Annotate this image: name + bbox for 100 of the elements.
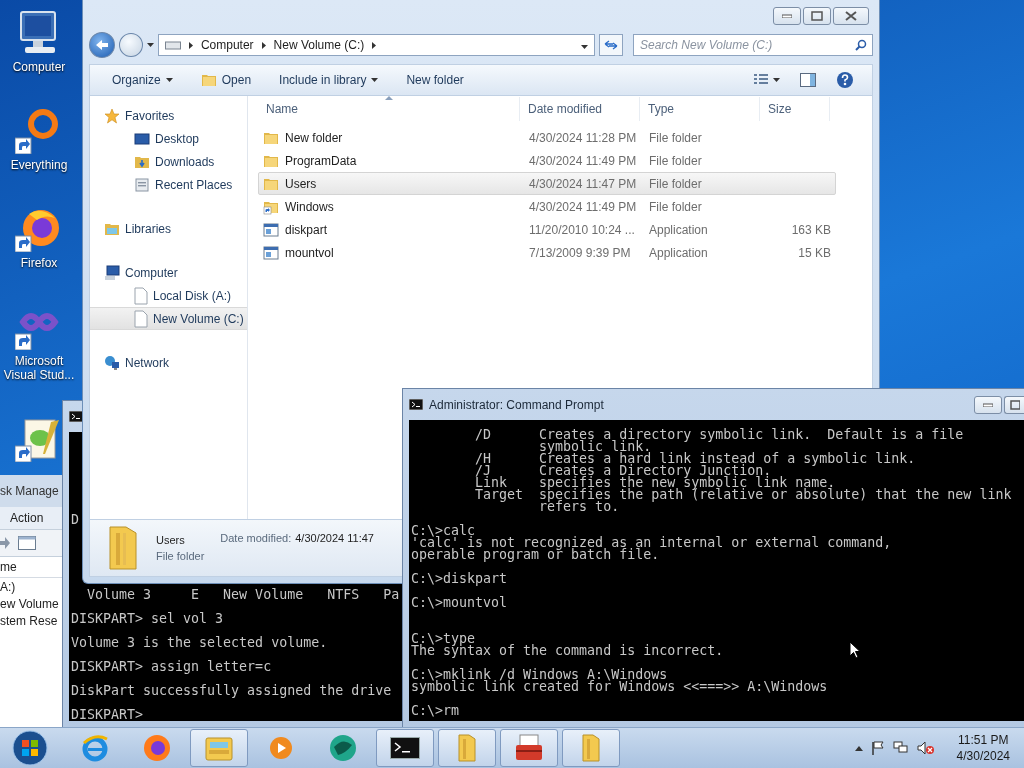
- column-header: me: [0, 560, 17, 574]
- address-caret-icon: [581, 45, 589, 49]
- search-field[interactable]: Search New Volume (C:): [633, 34, 873, 56]
- date-cell-text: 7/13/2009 9:39 PM: [528, 245, 632, 260]
- start-button[interactable]: [10, 729, 50, 767]
- maximize-button[interactable]: [803, 7, 831, 25]
- folder-icon: [455, 733, 479, 763]
- folder-icon: [106, 525, 140, 571]
- date-text: 4/30/2024: [956, 748, 1010, 764]
- help-icon: [836, 71, 854, 89]
- file-row[interactable]: New folder 4/30/2024 11:28 PM File folder: [258, 126, 836, 149]
- maximize-icon: [811, 11, 823, 21]
- console-icon: [409, 399, 423, 410]
- refresh-button[interactable]: [599, 34, 623, 56]
- nav-item[interactable]: Recent Places: [90, 173, 247, 196]
- history-caret-icon: [146, 43, 154, 47]
- toolbar-button[interactable]: Include in library: [271, 70, 387, 90]
- star-icon: [104, 107, 120, 124]
- nav-item[interactable]: Local Disk (A:): [90, 284, 247, 307]
- minimize-button[interactable]: [974, 395, 1002, 414]
- type-cell-text: File folder: [648, 176, 703, 191]
- toolbar-button[interactable]: Open: [192, 69, 260, 91]
- column-header[interactable]: Date modified: [520, 97, 640, 121]
- desktop-icon-label[interactable]: Computer: [12, 60, 66, 74]
- date-cell-text: 4/30/2024 11:28 PM: [528, 130, 638, 145]
- type-cell-text: Application: [648, 245, 709, 260]
- firefox-icon: [142, 733, 172, 763]
- maximize-button[interactable]: [1004, 395, 1024, 414]
- open-folder-icon: [200, 72, 217, 88]
- minimize-icon: [782, 14, 792, 18]
- file-row[interactable]: Users 4/30/2024 11:47 PM File folder: [258, 172, 836, 195]
- file-explorer-icon: [204, 734, 234, 762]
- network-icon[interactable]: [892, 741, 909, 755]
- desktop-icon: [134, 130, 150, 147]
- file-name: ProgramData: [285, 153, 357, 168]
- taskbar-button[interactable]: [500, 729, 558, 767]
- size-cell-text: 163 KB: [790, 222, 831, 237]
- nav-item[interactable]: Libraries: [90, 217, 247, 240]
- internet-explorer-icon: [80, 733, 110, 763]
- taskbar-button[interactable]: [376, 729, 434, 767]
- details-view-icon: [754, 74, 768, 86]
- muted-speaker-icon[interactable]: [916, 741, 935, 755]
- application-icon: [263, 244, 279, 261]
- file-row[interactable]: ProgramData 4/30/2024 11:49 PM File folder: [258, 149, 836, 172]
- date-cell-text: 4/30/2024 11:49 PM: [528, 199, 638, 214]
- type-cell-text: File folder: [648, 130, 703, 145]
- file-row[interactable]: Windows 4/30/2024 11:49 PM File folder: [258, 195, 836, 218]
- file-name: Users: [285, 176, 317, 191]
- file-row[interactable]: mountvol 7/13/2009 9:39 PM Application 15 KB: [258, 241, 836, 264]
- type-cell-text: Application: [648, 222, 709, 237]
- nav-item[interactable]: New Volume (C:): [90, 307, 247, 330]
- console-text: /D Creates a directory symbolic link. Default is a file symbolic link. /H Creates a hard link instead of a symbolic link. /J Creates a Directory Junction. Link specifies the new symbolic link name. Target specifies the path (relative or absolute) that the new link refers to. C:\>calc 'calc' is not recognized as an internal or external command, operable program or batch file. C:\>diskpart C:\>mountvol: [411, 429, 1012, 609]
- time-text: 11:51 PM: [958, 732, 1009, 748]
- toolbar-button[interactable]: New folder: [398, 70, 472, 90]
- file-name: New folder: [285, 130, 343, 145]
- file-row[interactable]: diskpart 11/20/2010 10:24 ... Application 163 KB: [258, 218, 836, 241]
- forward-arrow-icon[interactable]: [0, 537, 10, 549]
- desktop-icon-label[interactable]: Everything: [10, 158, 68, 172]
- nav-item[interactable]: Computer: [90, 261, 247, 284]
- drive-icon: [134, 286, 148, 305]
- file-name: Windows: [285, 199, 334, 214]
- clock[interactable]: 11:51 PM 4/30/2024: [956, 732, 1010, 764]
- chevron-icon: [261, 41, 266, 49]
- console-tree-icon[interactable]: [18, 536, 36, 550]
- window-title: sk Manage: [0, 484, 59, 498]
- show-hidden-icons-icon[interactable]: [854, 745, 863, 751]
- forward-button[interactable]: [118, 33, 143, 57]
- media-player-icon: [269, 736, 293, 760]
- nav-item[interactable]: Network: [90, 351, 247, 374]
- caret-icon: [165, 78, 173, 82]
- chevron-icon: [372, 41, 377, 49]
- folder-icon: [579, 733, 603, 763]
- back-button[interactable]: [89, 32, 115, 58]
- minimize-button[interactable]: [773, 7, 801, 25]
- address-bar[interactable]: Computer New Volume (C:): [157, 34, 596, 56]
- nav-item[interactable]: Downloads: [90, 150, 247, 173]
- close-button[interactable]: [833, 7, 869, 25]
- column-header[interactable]: Type: [640, 97, 760, 121]
- globe-icon: [328, 733, 358, 763]
- console-text: Volume 3 E New Volume NTFS Pa DISKPART> sel vol 3 Volume 3 is the selected volume. DISKPART> assign letter=c DiskPart successfully assigned the drive DISKPART>: [71, 589, 401, 721]
- flag-icon[interactable]: [870, 741, 885, 755]
- application-icon: [263, 221, 279, 238]
- desktop-icon-label[interactable]: Microsoft Visual Stud...: [0, 354, 78, 382]
- nav-item[interactable]: Favorites: [90, 104, 247, 127]
- date-label: Date modified:: [220, 532, 292, 544]
- nav-item[interactable]: Desktop: [90, 127, 247, 150]
- file-name: mountvol: [285, 245, 334, 260]
- breadcrumb[interactable]: New Volume (C:): [273, 38, 365, 52]
- toolbar-button[interactable]: Organize: [104, 70, 181, 90]
- date-cell-text: 4/30/2024 11:49 PM: [528, 153, 638, 168]
- desktop-icon-label[interactable]: Firefox: [20, 256, 58, 270]
- file-name: diskpart: [285, 222, 328, 237]
- drive-icon: [164, 40, 181, 50]
- chevron-icon: [188, 41, 193, 49]
- column-header[interactable]: Size: [760, 97, 830, 121]
- close-icon: [845, 11, 857, 21]
- date-value: 4/30/2024 11:47: [295, 532, 374, 544]
- console-text: D: [71, 514, 80, 526]
- volume-name: ew Volume: [0, 596, 59, 611]
- breadcrumb[interactable]: Computer: [200, 38, 254, 52]
